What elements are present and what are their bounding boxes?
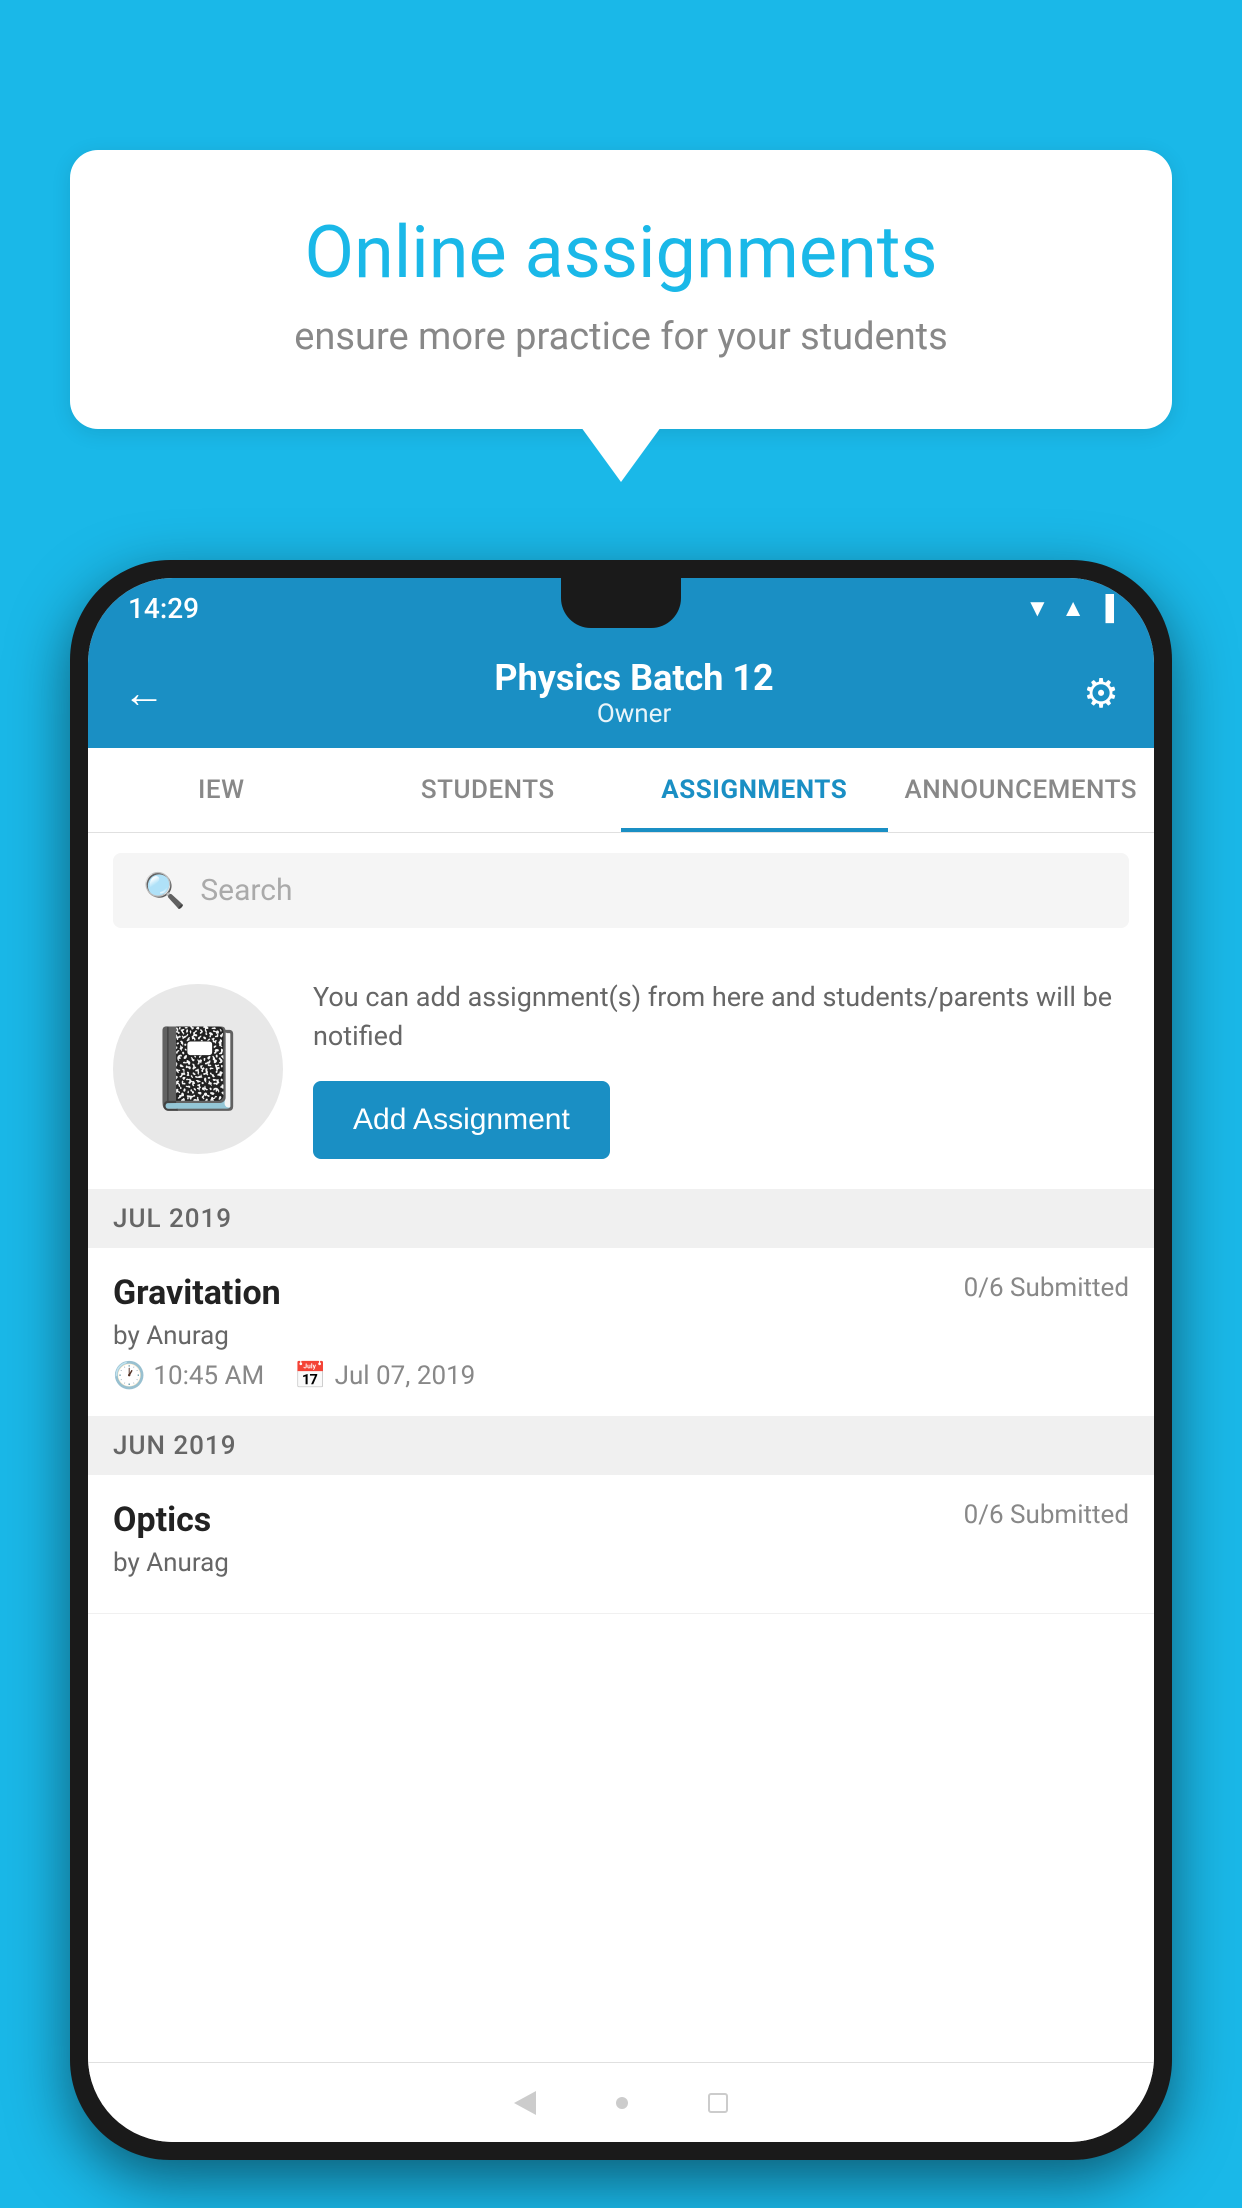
speech-bubble-arrow	[581, 427, 661, 482]
search-icon: 🔍	[143, 871, 185, 911]
notebook-icon: 📓	[148, 1022, 248, 1116]
app-bar-title: Physics Batch 12	[494, 657, 773, 699]
back-nav-icon[interactable]	[514, 2091, 536, 2115]
assignment-meta: 🕐 10:45 AM 📅 Jul 07, 2019	[113, 1361, 1129, 1391]
calendar-icon: 📅	[294, 1361, 326, 1391]
assignment-by: by Anurag	[113, 1548, 1129, 1578]
search-bar[interactable]: 🔍 Search	[113, 853, 1129, 928]
speech-bubble-container: Online assignments ensure more practice …	[70, 150, 1172, 482]
tab-students[interactable]: STUDENTS	[355, 748, 622, 832]
add-assignment-section: 📓 You can add assignment(s) from here an…	[88, 948, 1154, 1190]
assignment-by: by Anurag	[113, 1321, 1129, 1351]
app-bar-title-area: Physics Batch 12 Owner	[185, 657, 1083, 729]
assignment-time: 🕐 10:45 AM	[113, 1361, 264, 1391]
status-time: 14:29	[128, 592, 199, 625]
submitted-count: 0/6 Submitted	[964, 1273, 1129, 1303]
phone-screen: 14:29 ▼ ▲ ▐ ← Physics Batch 12 Owner ⚙ I…	[88, 578, 1154, 2142]
tab-announcements[interactable]: ANNOUNCEMENTS	[888, 748, 1155, 832]
add-assignment-button[interactable]: Add Assignment	[313, 1081, 610, 1159]
recents-nav-icon[interactable]	[708, 2093, 728, 2113]
list-item[interactable]: Gravitation 0/6 Submitted by Anurag 🕐 10…	[88, 1248, 1154, 1417]
tab-assignments[interactable]: ASSIGNMENTS	[621, 748, 888, 832]
back-button[interactable]: ←	[123, 669, 165, 718]
assignment-item-header: Gravitation 0/6 Submitted	[113, 1273, 1129, 1313]
add-assignment-right: You can add assignment(s) from here and …	[313, 978, 1129, 1159]
tabs-bar: IEW STUDENTS ASSIGNMENTS ANNOUNCEMENTS	[88, 748, 1154, 833]
battery-icon: ▐	[1097, 594, 1114, 623]
tab-iew[interactable]: IEW	[88, 748, 355, 832]
signal-icon: ▲	[1061, 594, 1085, 623]
assignment-date: 📅 Jul 07, 2019	[294, 1361, 475, 1391]
content-area: 🔍 Search 📓 You can add assignment(s) fro…	[88, 833, 1154, 2062]
wifi-icon: ▼	[1025, 594, 1049, 623]
section-header-jun: JUN 2019	[88, 1417, 1154, 1475]
clock-icon: 🕐	[113, 1361, 145, 1391]
speech-bubble-subtitle: ensure more practice for your students	[140, 315, 1102, 359]
assignment-name: Optics	[113, 1500, 211, 1540]
search-placeholder: Search	[200, 873, 292, 908]
phone-frame: 14:29 ▼ ▲ ▐ ← Physics Batch 12 Owner ⚙ I…	[70, 560, 1172, 2160]
phone-notch	[561, 578, 681, 628]
app-bar-subtitle: Owner	[597, 699, 671, 729]
bottom-navigation	[88, 2062, 1154, 2142]
status-icons: ▼ ▲ ▐	[1025, 594, 1114, 623]
assignment-item-header: Optics 0/6 Submitted	[113, 1500, 1129, 1540]
submitted-count: 0/6 Submitted	[964, 1500, 1129, 1530]
list-item[interactable]: Optics 0/6 Submitted by Anurag	[88, 1475, 1154, 1614]
assignment-icon-circle: 📓	[113, 984, 283, 1154]
settings-button[interactable]: ⚙	[1083, 670, 1119, 717]
speech-bubble-title: Online assignments	[140, 210, 1102, 295]
speech-bubble: Online assignments ensure more practice …	[70, 150, 1172, 429]
assignment-name: Gravitation	[113, 1273, 281, 1313]
home-nav-icon[interactable]	[616, 2097, 628, 2109]
add-assignment-description: You can add assignment(s) from here and …	[313, 978, 1129, 1056]
app-bar: ← Physics Batch 12 Owner ⚙	[88, 638, 1154, 748]
section-header-jul: JUL 2019	[88, 1190, 1154, 1248]
